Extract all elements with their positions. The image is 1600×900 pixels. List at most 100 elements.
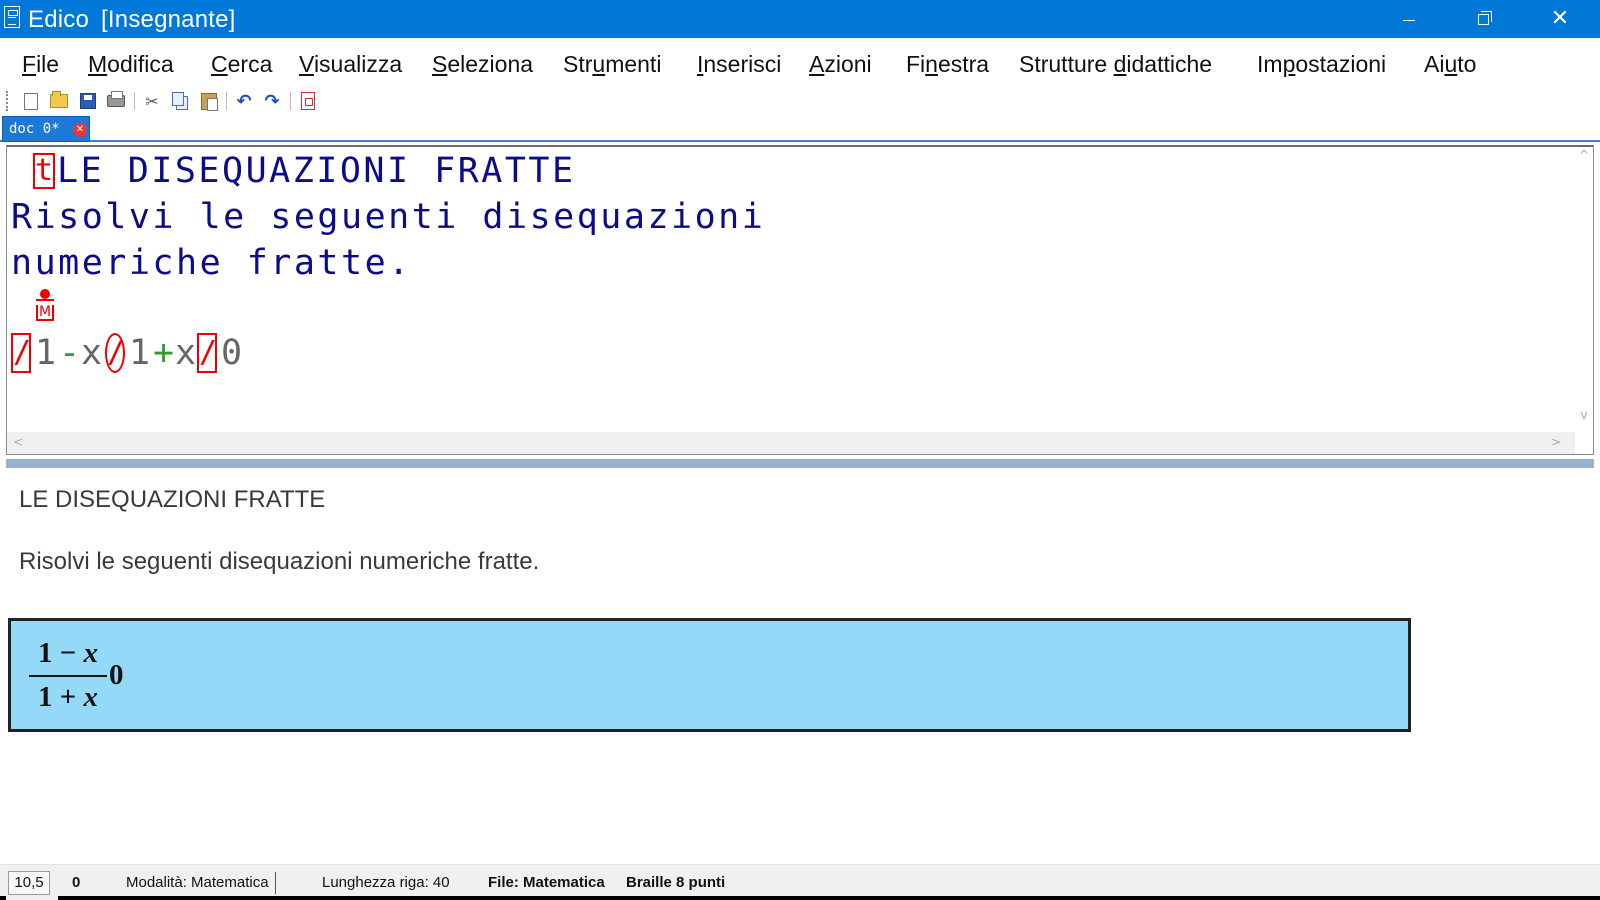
toolbar-separator [290, 92, 291, 110]
fraction-bar-marker: / [105, 333, 125, 373]
title-bar: Edico [Insegnante] ✕ [0, 0, 1600, 38]
menu-visualizza[interactable]: Visualizza [299, 50, 402, 78]
window-title: Edico [Insegnante] [28, 6, 236, 34]
menu-strutture-didattiche[interactable]: Strutture didattiche [1019, 50, 1212, 78]
editor-horizontal-scrollbar[interactable]: < > [7, 432, 1575, 454]
menu-bar: File Modifica Cerca Visualizza Seleziona… [0, 38, 1600, 88]
menu-aiuto[interactable]: Aiuto [1424, 50, 1476, 78]
menu-accelerator: p [1282, 51, 1296, 77]
editor-line-2: Risolvi le seguenti disequazioni [11, 197, 766, 237]
cut-button[interactable]: ✂ [141, 90, 163, 112]
preview-paragraph: Risolvi le seguenti disequazioni numeric… [19, 548, 540, 575]
new-document-icon [24, 92, 38, 110]
math-token: x [81, 333, 103, 373]
fraction-close-marker: / [197, 333, 217, 373]
restore-button[interactable] [1446, 0, 1520, 38]
math-token: 1 [129, 333, 151, 373]
denominator-constant: 1 + [37, 681, 84, 713]
scroll-left-icon[interactable]: < [13, 436, 23, 448]
tab-doc-0[interactable]: doc 0* ✕ [2, 116, 90, 142]
app-icon[interactable] [4, 6, 20, 28]
fraction-denominator: 1 + x [29, 681, 107, 713]
toolbar-separator [134, 92, 135, 110]
math-block-marker: M [35, 289, 55, 323]
numerator-constant: 1 − [37, 637, 84, 669]
math-token-operator: - [59, 333, 81, 373]
new-document-button[interactable] [20, 90, 42, 112]
pane-splitter[interactable] [6, 459, 1594, 468]
save-button[interactable] [77, 90, 99, 112]
edico-window: Edico [Insegnante] ✕ File Modifica Cerca … [0, 0, 1600, 900]
status-count: 0 [72, 874, 81, 891]
menu-accelerator: S [432, 51, 448, 77]
preview-title: LE DISEQUAZIONI FRATTE [19, 486, 326, 513]
math-token: x [175, 333, 197, 373]
window-bottom-edge [58, 896, 1600, 900]
cursor-position: 10,5 [8, 871, 50, 895]
menu-azioni[interactable]: Azioni [809, 50, 872, 78]
close-icon: ✕ [1550, 6, 1570, 31]
menu-accelerator: V [299, 51, 314, 77]
menu-accelerator: u [592, 51, 606, 77]
undo-icon: ↶ [236, 90, 252, 112]
redo-icon: ↷ [264, 90, 280, 112]
formula-tail: 0 [109, 659, 124, 691]
save-icon [80, 93, 96, 109]
menu-file[interactable]: File [22, 50, 59, 78]
print-button[interactable] [105, 90, 127, 112]
preview-pane: LE DISEQUAZIONI FRATTE Risolvi le seguen… [6, 468, 1594, 864]
menu-impostazioni[interactable]: Impostazioni [1257, 50, 1386, 78]
menu-finestra[interactable]: Finestra [906, 50, 989, 78]
status-mode: Modalità: Matematica [126, 872, 276, 894]
editor-vertical-scrollbar[interactable]: ^ v [1575, 147, 1593, 425]
cut-icon: ✂ [145, 91, 159, 111]
toolbar-grip[interactable] [6, 91, 9, 111]
math-token-operator: + [153, 333, 175, 373]
menu-accelerator: I [697, 51, 704, 77]
status-braille-mode: Braille 8 punti [626, 874, 726, 891]
menu-accelerator: d [1113, 51, 1127, 77]
tab-label: doc 0* [9, 121, 60, 137]
minimize-button[interactable] [1372, 0, 1446, 38]
tab-close-icon[interactable]: ✕ [73, 123, 87, 137]
open-button[interactable] [48, 90, 70, 112]
export-pdf-icon [301, 92, 315, 110]
menu-cerca[interactable]: Cerca [211, 50, 272, 78]
title-marker: t [33, 153, 55, 189]
paste-icon [201, 92, 218, 111]
math-token: 1 [35, 333, 57, 373]
menu-accelerator: n [925, 51, 938, 77]
open-folder-icon [50, 91, 68, 108]
numerator-variable: x [83, 637, 99, 669]
close-button[interactable]: ✕ [1520, 0, 1600, 38]
print-icon [107, 91, 125, 107]
paste-button[interactable] [198, 90, 220, 112]
menu-seleziona[interactable]: Seleziona [432, 50, 533, 78]
menu-modifica[interactable]: Modifica [88, 50, 174, 78]
math-formula-box[interactable]: 1 − x 1 + x 0 [8, 618, 1411, 732]
redo-button[interactable]: ↷ [261, 90, 283, 112]
editor-line-3: numeriche fratte. [11, 243, 412, 283]
fraction-open-marker: / [11, 333, 31, 373]
fraction-numerator: 1 − x [29, 637, 107, 669]
scroll-up-icon[interactable]: ^ [1578, 149, 1590, 161]
fraction-line [29, 675, 107, 677]
toolbar-separator [226, 92, 227, 110]
menu-accelerator: M [88, 51, 108, 77]
denominator-variable: x [83, 681, 99, 713]
app-name: Edico [28, 6, 90, 33]
braille-editor[interactable]: t LE DISEQUAZIONI FRATTE Risolvi le segu… [6, 145, 1594, 455]
menu-inserisci[interactable]: Inserisci [697, 50, 781, 78]
menu-accelerator: F [22, 51, 37, 77]
toolbar: ✂ ↶ ↷ [0, 88, 1600, 114]
scroll-down-icon[interactable]: v [1578, 409, 1590, 421]
math-token: 0 [221, 333, 243, 373]
export-pdf-button[interactable] [297, 90, 319, 112]
status-bar: 10,5 0 Modalità: Matematica Lunghezza ri… [0, 864, 1600, 900]
undo-button[interactable]: ↶ [233, 90, 255, 112]
copy-button[interactable] [169, 90, 191, 112]
scroll-right-icon[interactable]: > [1551, 436, 1561, 448]
menu-accelerator: A [809, 51, 825, 77]
menu-strumenti[interactable]: Strumenti [563, 50, 661, 78]
window-bottom-edge [0, 896, 6, 900]
